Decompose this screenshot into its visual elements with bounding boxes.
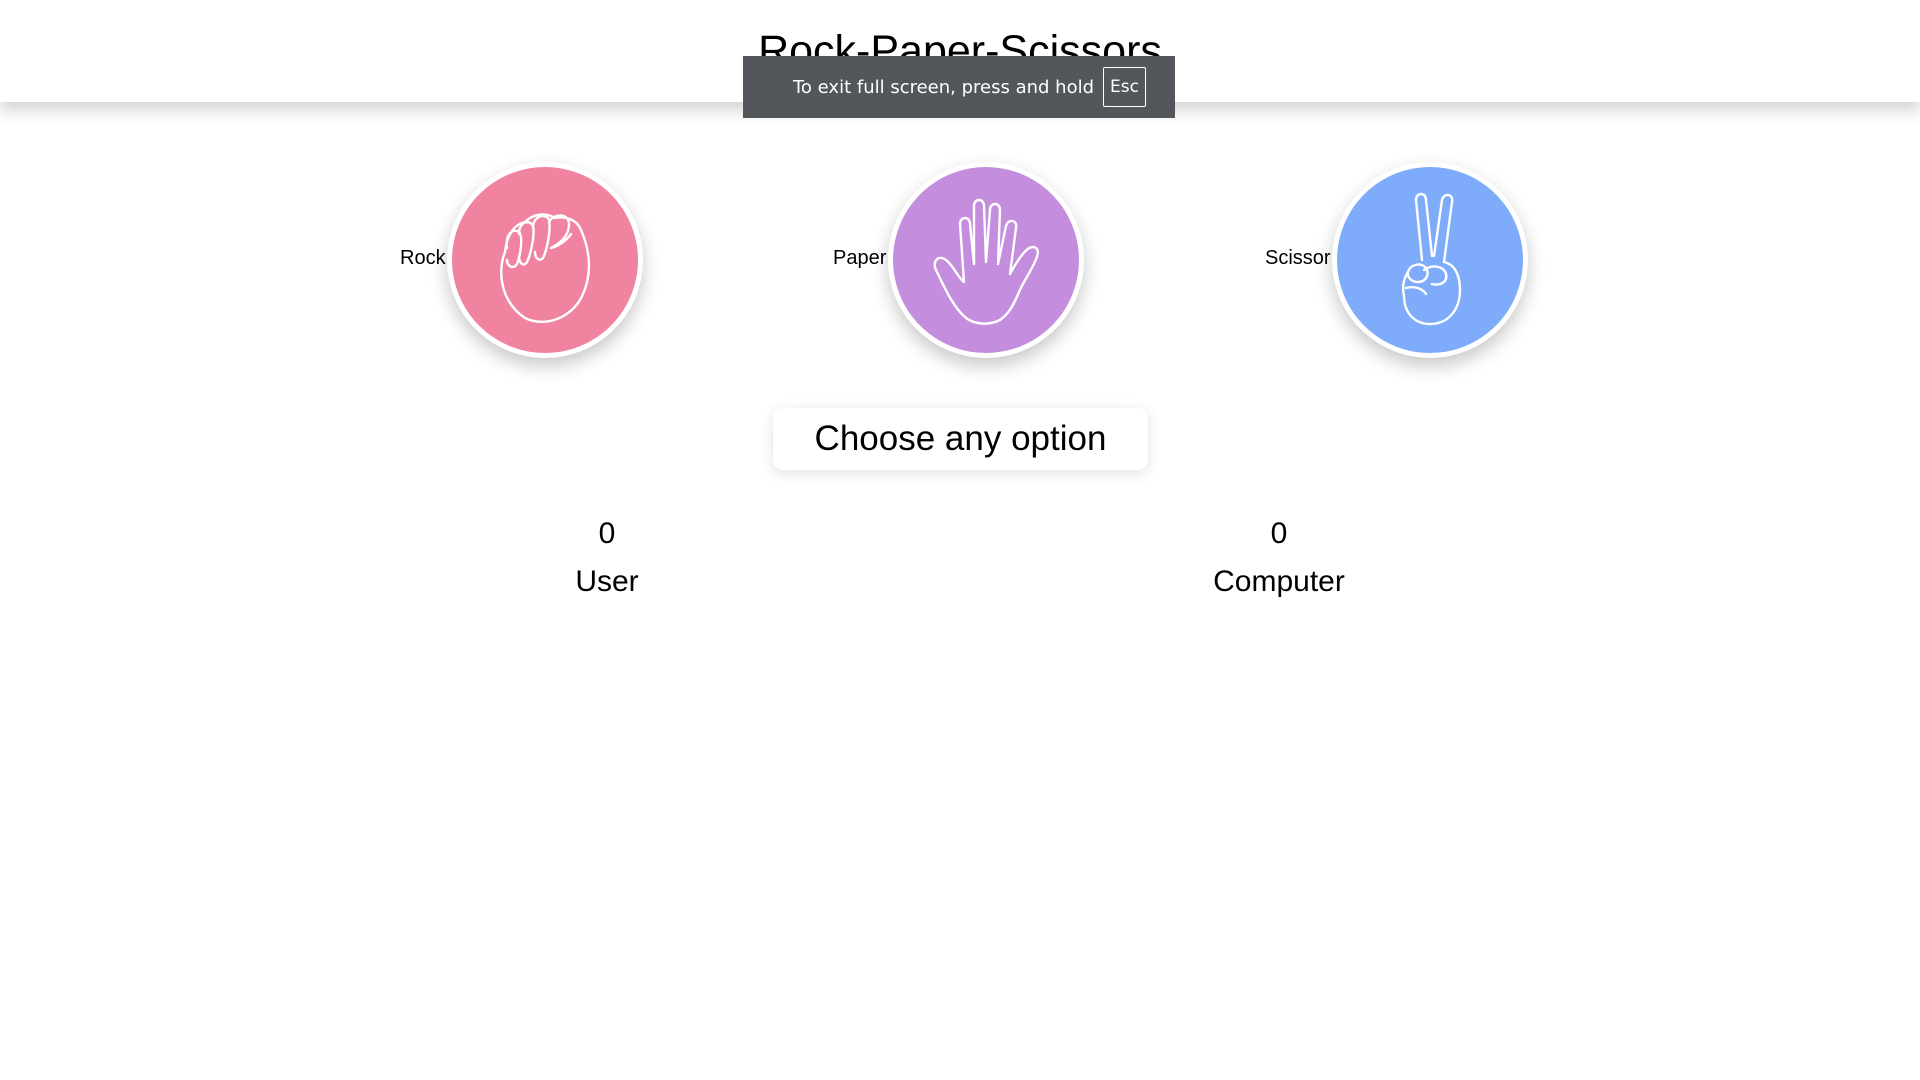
paper-choice[interactable] bbox=[888, 162, 1084, 358]
paper-label: Paper bbox=[833, 247, 887, 269]
fullscreen-notice-message: To exit full screen, press and hold bbox=[793, 76, 1095, 98]
esc-key-hint: Esc bbox=[1103, 67, 1146, 107]
computer-score: 0 Computer bbox=[1159, 514, 1399, 602]
open-hand-icon bbox=[933, 198, 1039, 325]
user-score-value: 0 bbox=[598, 517, 616, 550]
rock-choice[interactable] bbox=[447, 162, 643, 358]
scissor-choice[interactable] bbox=[1332, 162, 1528, 358]
computer-score-label: Computer bbox=[1213, 565, 1345, 598]
user-score-label: User bbox=[575, 565, 639, 598]
rock-label: Rock bbox=[400, 247, 446, 269]
user-score: 0 User bbox=[487, 514, 727, 602]
fist-icon bbox=[500, 213, 591, 323]
computer-score-value: 0 bbox=[1270, 517, 1288, 550]
result-message: Choose any option bbox=[773, 408, 1148, 470]
peace-sign-icon bbox=[1402, 192, 1462, 326]
fullscreen-notice: To exit full screen, press and hold Esc bbox=[743, 56, 1175, 118]
scissor-label: Scissor bbox=[1265, 247, 1331, 269]
